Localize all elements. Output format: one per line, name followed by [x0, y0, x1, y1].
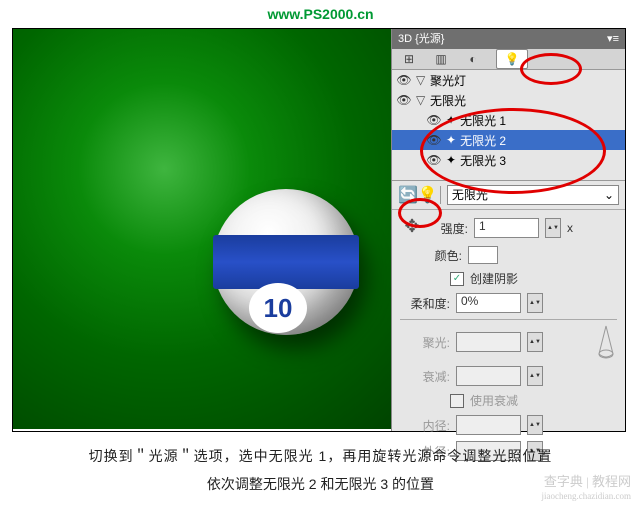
- rotate-light-icon[interactable]: 🔄💡: [398, 185, 438, 205]
- spot-spinner: ▲▼: [527, 332, 543, 352]
- falloff-label: 衰减:: [400, 368, 450, 385]
- panel-tabs: ⊞ ▥ ◐ 💡: [392, 49, 625, 70]
- tab-light-icon[interactable]: 💡: [496, 49, 528, 69]
- tab-material-icon[interactable]: ◐: [464, 51, 482, 67]
- expand-icon[interactable]: ▽: [416, 93, 426, 107]
- expand-icon[interactable]: ▽: [416, 73, 426, 87]
- tree-item-infinite-3[interactable]: 👁 ✦ 无限光 3: [392, 150, 625, 170]
- tree-item-infinite-2[interactable]: 👁 ✦ 无限光 2: [392, 130, 625, 150]
- panel-header[interactable]: 3D {光源} ▾≡: [392, 29, 625, 49]
- tab-mesh-icon[interactable]: ▥: [432, 51, 450, 67]
- tree-item-infinite-1[interactable]: 👁 ✦ 无限光 1: [392, 110, 625, 130]
- visibility-icon[interactable]: 👁: [426, 113, 442, 127]
- move-light-icon[interactable]: ✥: [400, 216, 424, 240]
- lights-panel: 3D {光源} ▾≡ ⊞ ▥ ◐ 💡 👁 ▽ 聚光灯 👁 ▽ 无限光 👁 ✦: [391, 29, 625, 431]
- visibility-icon[interactable]: 👁: [426, 153, 442, 167]
- app-frame: 10 3D {光源} ▾≡ ⊞ ▥ ◐ 💡 👁 ▽ 聚光灯 👁 ▽ 无限光: [12, 28, 626, 432]
- visibility-icon[interactable]: 👁: [426, 133, 442, 147]
- color-swatch[interactable]: [468, 246, 498, 264]
- atten-label: 使用衰减: [470, 392, 518, 409]
- separator: [440, 186, 441, 204]
- light-type-icon: ✦: [446, 133, 456, 147]
- visibility-icon[interactable]: 👁: [396, 73, 412, 87]
- light-properties: ✥ 强度: 1 ▲▼ x 颜色: ✓ 创建阴影 柔和度: 0% ▲▼: [392, 210, 625, 473]
- panel-title: 3D {光源}: [398, 29, 444, 49]
- canvas-viewport[interactable]: 10: [13, 29, 391, 429]
- intensity-label: 强度:: [430, 220, 468, 237]
- atten-checkbox: [450, 394, 464, 408]
- intensity-input[interactable]: 1: [474, 218, 539, 238]
- ball-stripe: 10: [213, 235, 359, 289]
- inner-input: [456, 415, 521, 435]
- shadow-checkbox[interactable]: ✓: [450, 272, 464, 286]
- chevron-down-icon: ⌄: [604, 186, 614, 204]
- falloff-spinner: ▲▼: [527, 366, 543, 386]
- spotlight-cone-icon: [595, 324, 617, 360]
- light-type-row: 🔄💡 无限光 ⌄: [392, 181, 625, 210]
- light-tree: 👁 ▽ 聚光灯 👁 ▽ 无限光 👁 ✦ 无限光 1 👁 ✦ 无限光 2 👁: [392, 70, 625, 181]
- visibility-icon[interactable]: 👁: [396, 93, 412, 107]
- divider: [400, 319, 617, 320]
- softness-label: 柔和度:: [400, 295, 450, 312]
- watermark-url: www.PS2000.cn: [0, 0, 641, 28]
- site-watermark: 查字典 | 教程网 jiaocheng.chazidian.com: [542, 475, 631, 503]
- intensity-spinner[interactable]: ▲▼: [545, 218, 561, 238]
- falloff-input: [456, 366, 521, 386]
- billiard-ball: 10: [213, 189, 359, 335]
- panel-menu-icon[interactable]: ▾≡: [607, 29, 619, 49]
- spot-label: 聚光:: [400, 334, 450, 351]
- intensity-unit: x: [567, 221, 573, 235]
- light-type-select[interactable]: 无限光 ⌄: [447, 185, 619, 205]
- inner-spinner: ▲▼: [527, 415, 543, 435]
- color-label: 颜色:: [424, 247, 462, 264]
- softness-spinner[interactable]: ▲▼: [527, 293, 543, 313]
- ball-number: 10: [249, 283, 307, 333]
- shadow-label: 创建阴影: [470, 270, 518, 287]
- light-type-icon: ✦: [446, 153, 456, 167]
- tree-group-spot[interactable]: 👁 ▽ 聚光灯: [392, 70, 625, 90]
- light-type-icon: ✦: [446, 113, 456, 127]
- tab-scene-icon[interactable]: ⊞: [400, 51, 418, 67]
- tree-group-infinite[interactable]: 👁 ▽ 无限光: [392, 90, 625, 110]
- softness-input[interactable]: 0%: [456, 293, 521, 313]
- inner-label: 内径:: [400, 417, 450, 434]
- spot-input: [456, 332, 521, 352]
